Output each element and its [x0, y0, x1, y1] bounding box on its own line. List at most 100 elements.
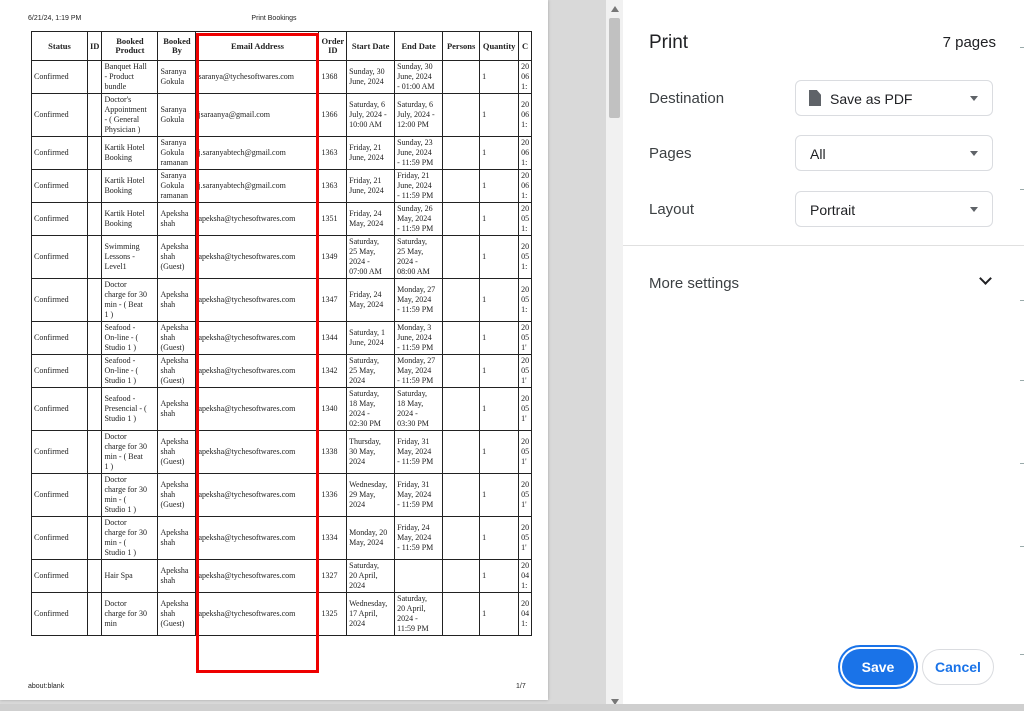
table-cell: Sunday, 30 June, 2024: [346, 60, 396, 94]
table-cell: apeksha@tychesoftwares.com: [195, 202, 320, 236]
table-cell: 1363: [318, 169, 348, 203]
bookings-table: Status ID Booked Product Booked By Email Add…: [31, 31, 533, 636]
column-header: ID: [86, 31, 103, 61]
table-cell: apeksha@tychesoftwares.com: [195, 354, 320, 388]
table-cell: Confirmed: [31, 354, 88, 388]
table-cell: [442, 592, 481, 636]
table-cell: [442, 235, 481, 279]
table-cell: [442, 387, 481, 431]
table-cell: 1: [479, 278, 520, 322]
table-cell: 20 05 1': [518, 354, 533, 388]
table-cell: Swimming Lessons - Level1: [101, 235, 159, 279]
table-cell: 20 06 1:: [518, 93, 533, 137]
column-header: Quantity: [479, 31, 520, 61]
table-row: Confirmed Kartik Hotel Booking Saranya Gok…: [31, 136, 533, 170]
table-cell: 20 05 1:: [518, 202, 533, 236]
table-cell: Saturday, 20 April, 2024: [346, 559, 396, 593]
table-cell: Doctor charge for 30 min - ( Beat 1 ): [101, 278, 159, 322]
cancel-button[interactable]: Cancel: [922, 649, 994, 685]
table-cell: Confirmed: [31, 202, 88, 236]
table-cell: j.saranyabtech@gmail.com: [195, 169, 320, 203]
table-cell: Doctor charge for 30 min - ( Studio 1 ): [101, 516, 159, 560]
table-cell: 1: [479, 592, 520, 636]
table-cell: apeksha@tychesoftwares.com: [195, 430, 320, 474]
table-row: Confirmed Kartik Hotel Booking Saranya Gok…: [31, 169, 533, 203]
table-header-row: Status ID Booked Product Booked By Email Add…: [31, 31, 533, 61]
table-row: Confirmed Seafood - On-line - ( Studio 1 …: [31, 354, 533, 388]
table-cell: jsaraanya@gmail.com: [195, 93, 320, 137]
layout-value: Portrait: [810, 202, 856, 218]
table-cell: Kartik Hotel Booking: [101, 169, 159, 203]
table-cell: 1334: [318, 516, 348, 560]
table-cell: 1: [479, 559, 520, 593]
save-button[interactable]: Save: [842, 649, 914, 685]
pages-select[interactable]: All: [795, 135, 993, 171]
table-cell: apeksha@tychesoftwares.com: [195, 387, 320, 431]
table-cell: Apeksha shah (Guest): [157, 321, 197, 355]
table-cell: Friday, 24 May, 2024: [346, 278, 396, 322]
edge-mark: [1020, 47, 1024, 48]
table-cell: [86, 473, 103, 517]
table-cell: 1368: [318, 60, 348, 94]
table-cell: Confirmed: [31, 93, 88, 137]
table-cell: apeksha@tychesoftwares.com: [195, 592, 320, 636]
table-cell: Confirmed: [31, 136, 88, 170]
preview-scrollbar[interactable]: [606, 0, 623, 711]
table-cell: 1351: [318, 202, 348, 236]
table-cell: Confirmed: [31, 559, 88, 593]
table-cell: 1336: [318, 473, 348, 517]
divider: [623, 245, 1024, 246]
table-cell: Saturday, 20 April, 2024 - 11:59 PM: [394, 592, 444, 636]
table-cell: [442, 278, 481, 322]
table-row: Confirmed Swimming Lessons - Level1 Apeksh…: [31, 235, 533, 279]
scrollbar-thumb[interactable]: [609, 18, 620, 118]
page-footer-number: 1/7: [516, 683, 526, 690]
table-cell: Saturday, 25 May, 2024: [346, 354, 396, 388]
table-cell: [442, 473, 481, 517]
table-cell: 1: [479, 387, 520, 431]
expand-chevron-icon[interactable]: [979, 272, 992, 285]
table-cell: Friday, 31 May, 2024 - 11:59 PM: [394, 430, 444, 474]
table-cell: 1: [479, 93, 520, 137]
table-cell: [86, 430, 103, 474]
table-cell: Seafood - Presencial - ( Studio 1 ): [101, 387, 159, 431]
table-cell: Saturday, 25 May, 2024 - 07:00 AM: [346, 235, 396, 279]
table-cell: apeksha@tychesoftwares.com: [195, 235, 320, 279]
table-row: Confirmed Seafood - Presencial - ( Studio…: [31, 387, 533, 431]
page-header-title: Print Bookings: [251, 15, 297, 22]
table-cell: Seafood - On-line - ( Studio 1 ): [101, 321, 159, 355]
table-cell: Hair Spa: [101, 559, 159, 593]
layout-select[interactable]: Portrait: [795, 191, 993, 227]
scroll-up-arrow-icon[interactable]: [611, 6, 619, 12]
table-cell: Apeksha shah: [157, 559, 197, 593]
table-cell: Kartik Hotel Booking: [101, 202, 159, 236]
background-page-strip: [0, 704, 1024, 711]
table-cell: Friday, 21 June, 2024: [346, 169, 396, 203]
table-cell: Friday, 21 June, 2024: [346, 136, 396, 170]
table-cell: 20 05 1': [518, 387, 533, 431]
table-cell: Confirmed: [31, 235, 88, 279]
document-icon: [809, 90, 821, 106]
table-cell: 20 05 1': [518, 473, 533, 517]
column-header: Order ID: [318, 31, 348, 61]
column-header: Email Address: [195, 31, 320, 61]
table-row: Confirmed Seafood - On-line - ( Studio 1 …: [31, 321, 533, 355]
table-cell: 20 06 1:: [518, 169, 533, 203]
table-row: Confirmed Doctor charge for 30 min - ( Be…: [31, 430, 533, 474]
print-settings-panel: Print 7 pages Destination Save as PDF Pa…: [623, 0, 1024, 711]
table-cell: Confirmed: [31, 321, 88, 355]
table-cell: 1363: [318, 136, 348, 170]
table-cell: Friday, 24 May, 2024 - 11:59 PM: [394, 516, 444, 560]
table-cell: 1327: [318, 559, 348, 593]
destination-select[interactable]: Save as PDF: [795, 80, 993, 116]
more-settings-toggle[interactable]: More settings: [649, 275, 739, 292]
table-cell: 1: [479, 235, 520, 279]
print-title: Print: [649, 32, 689, 53]
table-cell: Wednesday, 29 May, 2024: [346, 473, 396, 517]
table-cell: Saranya Gokula ramanan: [157, 169, 197, 203]
table-cell: 20 06 1:: [518, 60, 533, 94]
table-cell: Monday, 27 May, 2024 - 11:59 PM: [394, 354, 444, 388]
table-cell: Saturday, 6 July, 2024 - 10:00 AM: [346, 93, 396, 137]
table-row: Confirmed Doctor's Appointment - ( Genera…: [31, 93, 533, 137]
table-row: Confirmed Kartik Hotel Booking Apeksha sha…: [31, 202, 533, 236]
